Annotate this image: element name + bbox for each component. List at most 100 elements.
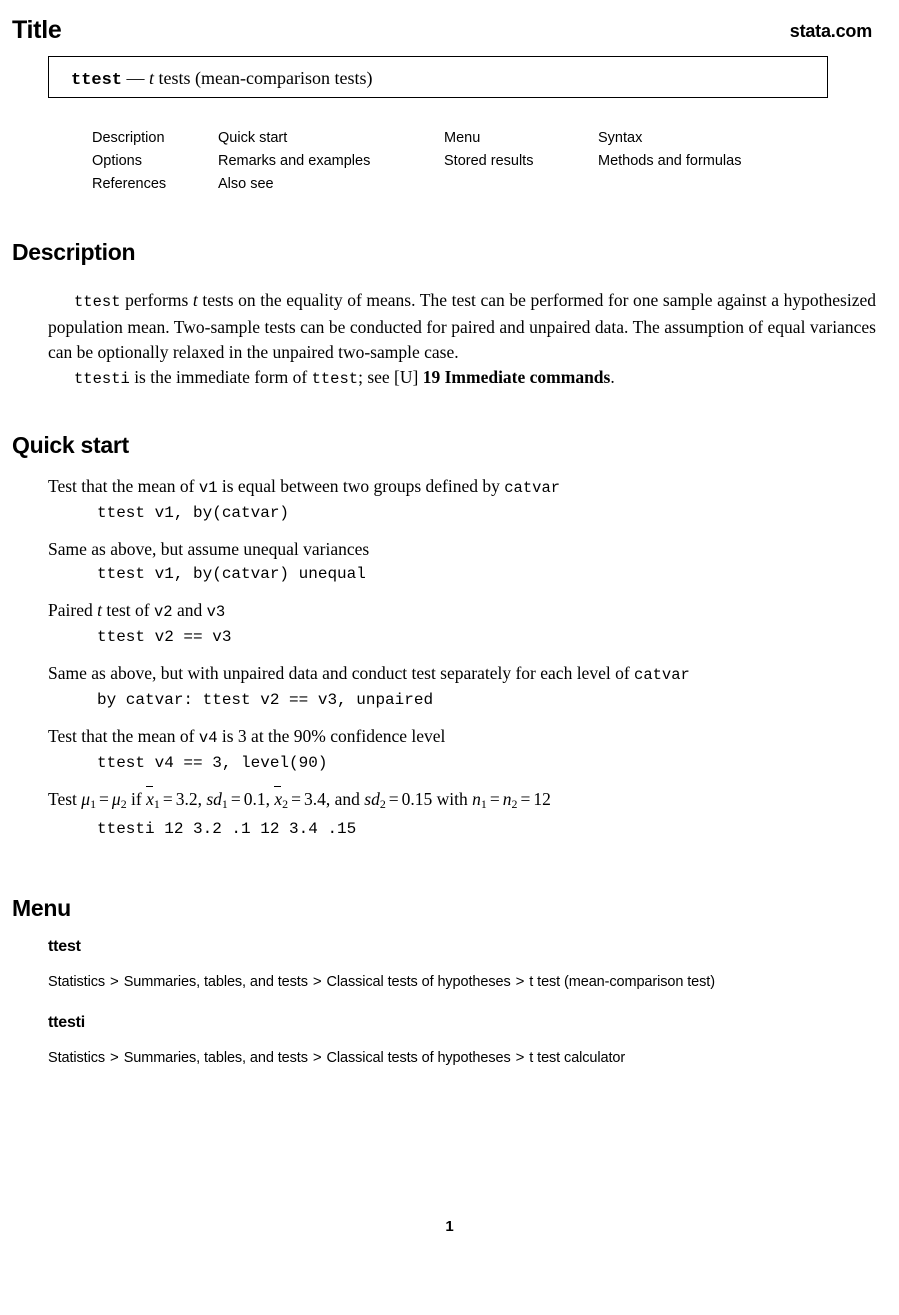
qs2-mid2: and xyxy=(172,600,207,620)
quick-start-code: ttest v4 == 3, level(90) xyxy=(97,754,328,772)
manual-entry-title: ttest — t tests (mean-comparison tests) xyxy=(71,66,372,93)
qs5-eq3: = xyxy=(230,789,241,809)
quick-start-description: Paired t test of v2 and v3 xyxy=(48,598,878,624)
qs5-if: if xyxy=(126,789,147,809)
chevron-right-icon: > xyxy=(110,1049,119,1066)
chevron-right-icon: > xyxy=(312,973,322,990)
table-of-contents: Description Quick start Menu Syntax Opti… xyxy=(92,130,832,199)
desc-p2-b: is the immediate form of xyxy=(129,367,312,387)
qs5-xbar1: x1 xyxy=(146,785,160,811)
quick-start-code: ttest v2 == v3 xyxy=(97,628,232,646)
qs0-pre: Test that the mean of xyxy=(48,476,199,496)
menu-crumb[interactable]: Statistics xyxy=(48,974,105,990)
entry-command-name: ttest xyxy=(71,71,123,90)
qs4-var: v4 xyxy=(198,729,218,747)
quick-start-item: Test that the mean of v4 is 3 at the 90%… xyxy=(48,724,878,776)
qs5-val2: 0.1 xyxy=(243,789,266,809)
qs0-var1: v1 xyxy=(198,479,218,497)
quick-start-code: by catvar: ttest v2 == v3, unpaired xyxy=(97,691,434,709)
quick-start-code: ttest v1, by(catvar) xyxy=(97,504,290,522)
document-page: Title stata.com ttest — t tests (mean-co… xyxy=(0,0,899,1315)
toc-link-syntax[interactable]: Syntax xyxy=(598,130,642,146)
quick-start-description: Same as above, but with unpaired data an… xyxy=(48,661,878,687)
desc-p1-b: performs xyxy=(120,290,193,310)
menu-crumb[interactable]: Statistics xyxy=(48,1050,105,1066)
stata-com-link[interactable]: stata.com xyxy=(790,20,872,42)
qs5-lead: Test xyxy=(48,789,82,809)
menu-subheading-ttesti: ttesti xyxy=(48,1014,86,1031)
toc-link-references[interactable]: References xyxy=(92,176,166,192)
quick-start-description: Same as above, but assume unequal varian… xyxy=(48,537,878,561)
quick-start-item: Paired t test of v2 and v3 ttest v2 == v… xyxy=(48,598,878,650)
quick-start-description: Test that the mean of v1 is equal betwee… xyxy=(48,474,878,500)
qs5-sd2: sd2 xyxy=(364,789,386,811)
desc-p2-ttesti: ttesti xyxy=(74,370,130,388)
qs5-sd1: sd1 xyxy=(206,789,228,811)
chevron-right-icon: > xyxy=(515,1049,525,1066)
toc-row: Options Remarks and examples Stored resu… xyxy=(92,153,832,176)
menu-crumb[interactable]: t test (mean-comparison test) xyxy=(529,974,715,990)
qs0-var2: catvar xyxy=(504,479,561,497)
quick-start-list: Test that the mean of v1 is equal betwee… xyxy=(48,474,878,853)
qs5-eq6: = xyxy=(489,789,500,809)
chevron-right-icon: > xyxy=(515,973,525,990)
qs3-pre: Same as above, but with unpaired data an… xyxy=(48,663,635,683)
qs2-var1: v2 xyxy=(153,603,173,621)
qs5-and: , and xyxy=(325,789,365,809)
toc-link-methods-and-formulas[interactable]: Methods and formulas xyxy=(598,153,741,169)
em-dash: — xyxy=(126,68,145,88)
menu-crumb[interactable]: Summaries, tables, and tests xyxy=(124,1050,308,1066)
qs4-mid: is 3 at the 90% confidence level xyxy=(217,726,446,746)
qs3-var: catvar xyxy=(634,666,690,684)
desc-p2-d: ; see [U] xyxy=(358,367,423,387)
toc-link-options[interactable]: Options xyxy=(92,153,142,169)
menu-crumb[interactable]: Classical tests of hypotheses xyxy=(327,1050,511,1066)
toc-link-menu[interactable]: Menu xyxy=(444,130,480,146)
menu-crumb[interactable]: t test calculator xyxy=(529,1050,625,1066)
desc-p1-command: ttest xyxy=(74,293,121,311)
toc-link-also-see[interactable]: Also see xyxy=(218,176,274,192)
entry-title-rest: tests (mean-comparison tests) xyxy=(154,68,373,88)
qs5-mu1: μ1 xyxy=(81,789,97,811)
toc-link-description[interactable]: Description xyxy=(92,130,165,146)
qs5-mu2: μ2 xyxy=(111,789,127,811)
qs5-val5: 12 xyxy=(533,789,551,809)
quick-start-item: Test that the mean of v1 is equal betwee… xyxy=(48,474,878,526)
menu-subheading-ttest: ttest xyxy=(48,938,81,955)
chevron-right-icon: > xyxy=(110,973,119,990)
page-title: Title xyxy=(12,16,62,44)
qs5-eq1: = xyxy=(99,789,109,809)
qs5-eq7: = xyxy=(520,789,531,809)
menu-path-ttest: Statistics > Summaries, tables, and tests >… xyxy=(48,973,715,990)
toc-link-remarks-and-examples[interactable]: Remarks and examples xyxy=(218,153,370,169)
qs5-with: with xyxy=(432,789,473,809)
toc-link-stored-results[interactable]: Stored results xyxy=(444,153,533,169)
manual-entry-box: ttest — t tests (mean-comparison tests) xyxy=(48,56,828,98)
qs1-pre: Same as above, but assume unequal varian… xyxy=(48,539,370,559)
section-heading-quick-start: Quick start xyxy=(12,432,129,458)
quick-start-code: ttest v1, by(catvar) unequal xyxy=(97,565,366,583)
qs5-n1: n1 xyxy=(472,789,487,811)
link-immediate-commands[interactable]: 19 Immediate commands xyxy=(423,367,611,387)
qs5-val4: 0.15 xyxy=(401,789,433,809)
menu-crumb[interactable]: Summaries, tables, and tests xyxy=(124,974,308,990)
page-number: 1 xyxy=(445,1218,454,1235)
quick-start-item: Test μ1 = μ2 if x1 = 3.2, sd1 = 0.1, x2 = 3.4, a… xyxy=(48,785,878,842)
section-heading-menu: Menu xyxy=(12,895,71,921)
qs2-var2: v3 xyxy=(206,603,226,621)
quick-start-item: Same as above, but with unpaired data an… xyxy=(48,661,878,713)
menu-path-ttesti: Statistics > Summaries, tables, and tests >… xyxy=(48,1049,625,1066)
qs5-eq5: = xyxy=(388,789,399,809)
qs5-n2: n2 xyxy=(502,789,518,811)
quick-start-description: Test that the mean of v4 is 3 at the 90%… xyxy=(48,724,878,750)
qs5-eq4: = xyxy=(291,789,301,809)
qs5-val1: 3.2 xyxy=(175,789,198,809)
description-paragraph-1: ttest performs t tests on the equality o… xyxy=(48,288,876,365)
desc-p2-ttest: ttest xyxy=(311,370,359,388)
qs4-pre: Test that the mean of xyxy=(48,726,199,746)
menu-crumb[interactable]: Classical tests of hypotheses xyxy=(327,974,511,990)
desc-p2-f: . xyxy=(610,367,615,387)
quick-start-description-math: Test μ1 = μ2 if x1 = 3.2, sd1 = 0.1, x2 = 3.4, a… xyxy=(48,785,878,816)
toc-row: Description Quick start Menu Syntax xyxy=(92,130,832,153)
toc-link-quick-start[interactable]: Quick start xyxy=(218,130,287,146)
